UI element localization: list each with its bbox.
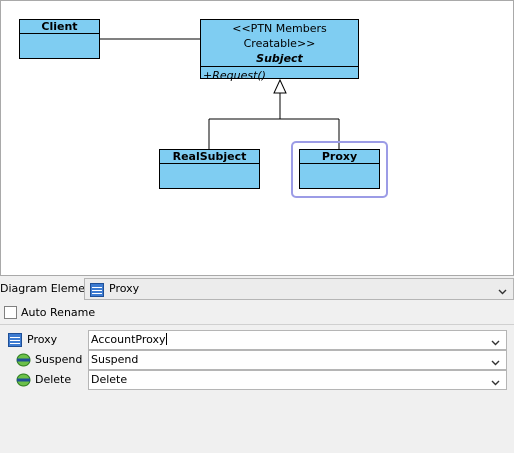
- client-class[interactable]: Client: [19, 19, 100, 59]
- operation-name-value: Delete: [91, 373, 128, 386]
- subject-stereotype: <<PTN Members Creatable>>: [232, 22, 327, 50]
- class-icon: [90, 283, 104, 300]
- chevron-down-icon[interactable]: [498, 285, 507, 298]
- subject-class-name: Subject: [256, 52, 303, 65]
- auto-rename-checkbox[interactable]: [4, 306, 17, 319]
- property-row-suspend: Suspend Suspend: [0, 350, 514, 370]
- subject-class[interactable]: <<PTN Members Creatable>> Subject +Reque…: [200, 19, 359, 82]
- chevron-down-icon[interactable]: [491, 336, 500, 349]
- operation-icon: [16, 373, 31, 390]
- text-caret: [165, 333, 167, 345]
- divider: [0, 324, 514, 325]
- auto-rename-label: Auto Rename: [21, 306, 96, 319]
- property-label: Proxy: [27, 333, 58, 346]
- operation-icon: [16, 353, 31, 370]
- property-label: Suspend: [35, 353, 83, 366]
- diagram-element-label: Diagram Element: [0, 282, 84, 295]
- chevron-down-icon[interactable]: [491, 356, 500, 369]
- diagram-element-select[interactable]: Proxy: [84, 278, 514, 300]
- realsubject-class[interactable]: RealSubject: [159, 149, 260, 189]
- operation-name-field[interactable]: Delete: [88, 370, 507, 390]
- diagram-element-value: Proxy: [109, 282, 140, 295]
- property-label: Delete: [35, 373, 72, 386]
- proxy-class-name: Proxy: [300, 150, 379, 164]
- operation-name-field[interactable]: Suspend: [88, 350, 507, 370]
- subject-operation[interactable]: +Request(): [201, 67, 358, 84]
- property-row-delete: Delete Delete: [0, 370, 514, 390]
- client-class-name: Client: [20, 20, 99, 34]
- chevron-down-icon[interactable]: [491, 376, 500, 389]
- realsubject-class-name: RealSubject: [160, 150, 259, 164]
- properties-panel: Diagram Element Proxy Auto Rename Proxy …: [0, 276, 514, 453]
- proxy-class[interactable]: Proxy: [299, 149, 380, 189]
- subject-class-header: <<PTN Members Creatable>> Subject: [201, 20, 358, 67]
- class-name-value: AccountProxy: [91, 333, 166, 346]
- class-name-field[interactable]: AccountProxy: [88, 330, 507, 350]
- diagram-canvas[interactable]: Client <<PTN Members Creatable>> Subject…: [0, 0, 514, 276]
- diagram-element-row: Diagram Element Proxy: [0, 277, 514, 301]
- property-row-proxy: Proxy AccountProxy: [0, 330, 514, 350]
- class-icon: [8, 333, 22, 350]
- operation-name-value: Suspend: [91, 353, 139, 366]
